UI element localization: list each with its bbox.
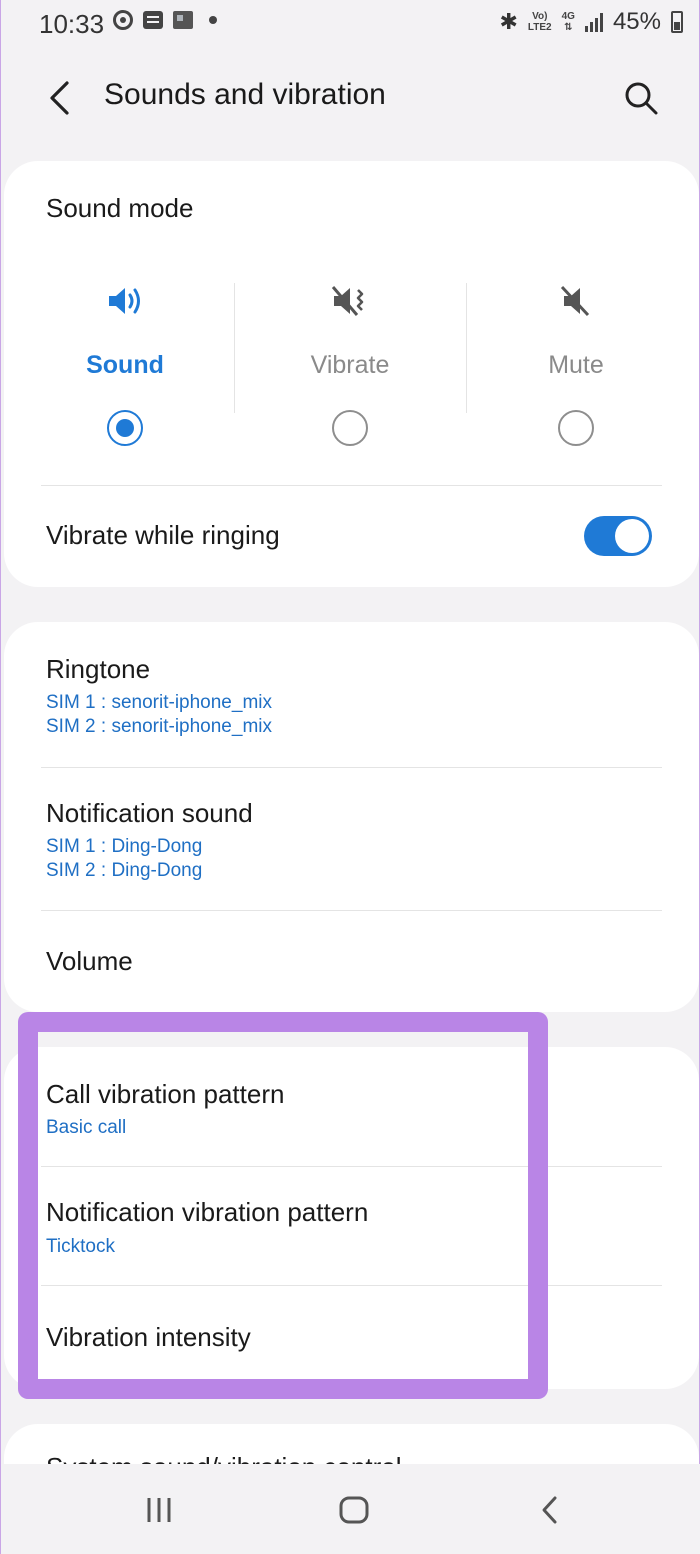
vibrate-option-label: Vibrate (310, 351, 390, 379)
sound-mode-option-vibrate[interactable]: Vibrate (237, 281, 463, 446)
sound-radio[interactable] (107, 410, 143, 446)
home-icon (339, 1496, 369, 1524)
mute-radio[interactable] (558, 410, 594, 446)
vibrate-while-ringing-toggle[interactable] (584, 516, 652, 556)
volume-item[interactable]: Volume (4, 911, 699, 1011)
sound-mode-option-mute[interactable]: Mute (463, 281, 689, 446)
bluetooth-icon: ✱ (499, 9, 518, 34)
notification-sound-title: Notification sound (46, 798, 253, 828)
sound-option-label: Sound (86, 351, 164, 379)
search-icon (625, 82, 658, 115)
notification-sound-item[interactable]: Notification sound SIM 1 : Ding-Dong SIM… (4, 768, 699, 910)
gallery-icon (173, 11, 193, 29)
navigation-bar (1, 1464, 700, 1554)
ringtone-item[interactable]: Ringtone SIM 1 : senorit-iphone_mix SIM … (4, 622, 699, 767)
sounds-card: Ringtone SIM 1 : senorit-iphone_mix SIM … (4, 622, 699, 1012)
ringtone-sim1: SIM 1 : senorit-iphone_mix (46, 692, 272, 713)
page-title: Sounds and vibration (104, 78, 386, 111)
vibrate-icon (331, 286, 364, 316)
speaker-sound-icon (109, 288, 140, 314)
chevron-left-icon (542, 1496, 557, 1524)
more-notifications-dot-icon (209, 16, 217, 24)
back-button[interactable] (41, 76, 77, 120)
battery-icon (671, 11, 683, 33)
notification-sound-sim1: SIM 1 : Ding-Dong (46, 836, 203, 857)
status-indicators: ✱ Vo) LTE2 4G ⇅ 45% (499, 8, 683, 36)
toggle-knob (615, 519, 649, 553)
volte-indicator: Vo) LTE2 (527, 11, 552, 33)
ringtone-title: Ringtone (46, 654, 151, 684)
app-header: Sounds and vibration (1, 56, 700, 140)
sound-mode-card: Sound mode Sound Vibrate Mute Vibrate wh… (4, 161, 699, 587)
status-bar: 10:33 ✱ Vo) LTE2 4G ⇅ 45% (1, 0, 700, 48)
sound-mode-title: Sound mode (46, 193, 194, 223)
notification-icons (113, 10, 217, 30)
highlight-annotation-box (18, 1012, 548, 1399)
message-icon (143, 11, 163, 29)
sync-icon (113, 10, 133, 30)
ringtone-sim2: SIM 2 : senorit-iphone_mix (46, 716, 272, 737)
chevron-left-icon (50, 81, 69, 115)
recent-apps-icon (147, 1498, 171, 1522)
sound-mode-option-sound[interactable]: Sound (12, 281, 238, 446)
volume-title: Volume (46, 946, 133, 976)
data-arrows-icon: ⇅ (564, 22, 573, 33)
mute-icon (560, 285, 590, 317)
recent-apps-button[interactable] (137, 1492, 181, 1528)
vibrate-radio[interactable] (332, 410, 368, 446)
divider (234, 283, 235, 413)
divider (41, 485, 662, 486)
status-time: 10:33 (39, 9, 105, 39)
signal-strength-icon (584, 12, 603, 32)
notification-sound-sim2: SIM 2 : Ding-Dong (46, 860, 203, 881)
mute-option-label: Mute (548, 351, 604, 379)
home-button[interactable] (332, 1492, 376, 1528)
battery-percent: 45% (612, 8, 661, 35)
search-button[interactable] (621, 76, 661, 120)
vibrate-while-ringing-label[interactable]: Vibrate while ringing (46, 520, 280, 551)
network-type-indicator: 4G ⇅ (561, 11, 575, 33)
nav-back-button[interactable] (527, 1492, 571, 1528)
